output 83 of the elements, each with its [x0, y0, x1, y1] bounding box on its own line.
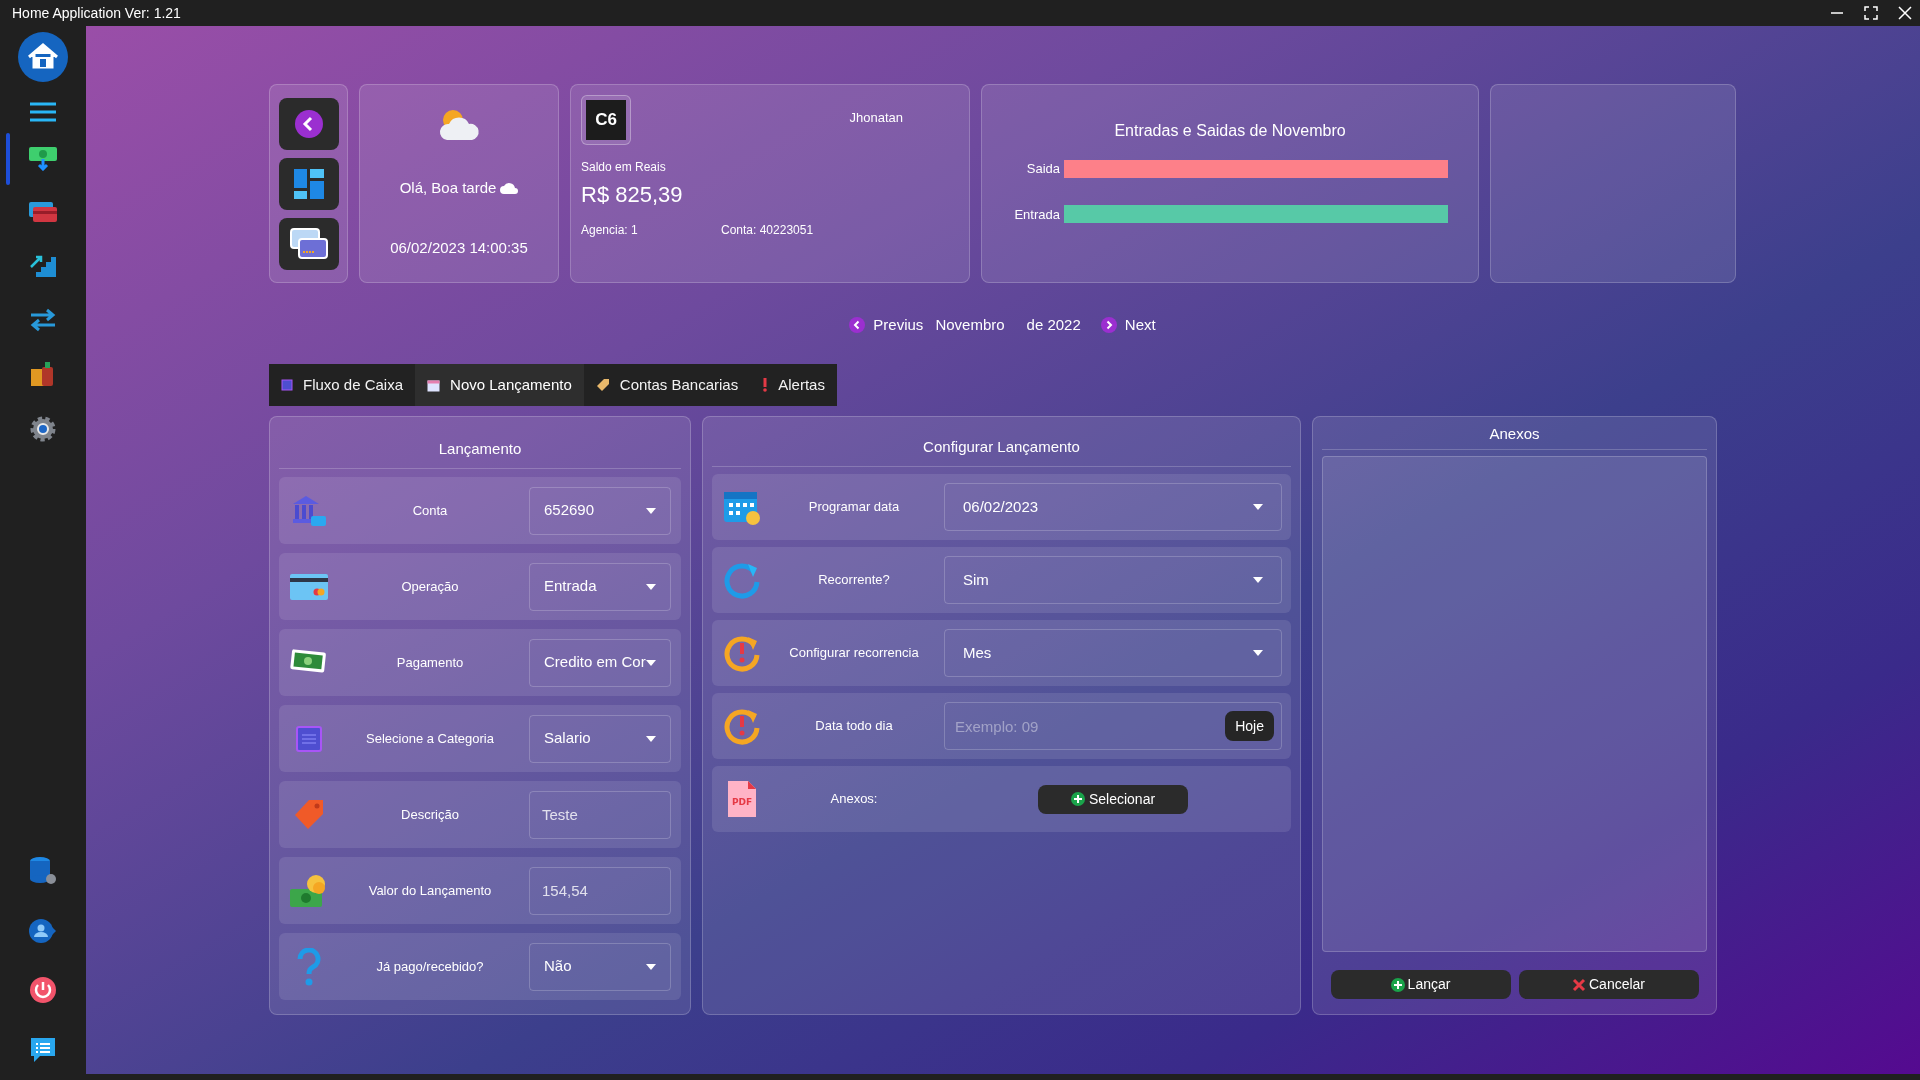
field-label: Valor do Lançamento — [367, 881, 493, 900]
growth-chart-icon[interactable] — [28, 253, 58, 279]
cloud-icon — [500, 181, 519, 195]
maximize-icon[interactable] — [1864, 6, 1878, 20]
window-title: Home Application Ver: 1.21 — [12, 3, 181, 23]
dropdown[interactable]: Credito em Cor — [529, 638, 671, 687]
panel-title: Lançamento — [438, 438, 522, 459]
greeting-text: Olá, Boa tarde — [399, 178, 497, 198]
submit-button[interactable]: Lançar — [1330, 970, 1511, 999]
back-icon — [294, 109, 323, 138]
money-download-icon[interactable] — [28, 145, 58, 171]
chart-title: Entradas e Saidas de Novembro — [1114, 121, 1346, 141]
chat-icon[interactable] — [29, 1036, 57, 1064]
dropdown[interactable]: Salario — [529, 714, 671, 763]
calendar-icon — [427, 378, 441, 392]
settings-icon[interactable] — [29, 415, 57, 443]
field-label: Conta — [411, 501, 449, 520]
dropdown[interactable]: Entrada — [529, 562, 671, 611]
dropdown[interactable]: Não — [529, 942, 671, 991]
home-icon[interactable] — [17, 31, 69, 83]
cards-button[interactable] — [278, 217, 339, 270]
panel-title: Anexos — [1489, 423, 1540, 444]
dashboard-icon — [292, 167, 325, 200]
plus-icon — [1070, 792, 1085, 806]
tab[interactable]: Novo Lançamento — [415, 364, 584, 406]
menu-icon[interactable] — [29, 101, 57, 123]
database-settings-icon[interactable] — [28, 856, 58, 886]
exclamation-icon — [762, 378, 769, 392]
dropdown[interactable]: Sim — [944, 556, 1282, 604]
bar-label: Saida — [1025, 160, 1060, 178]
frame-icon — [281, 379, 293, 391]
back-button[interactable] — [278, 97, 339, 150]
field-label: Operação — [400, 577, 460, 596]
chevron-right-icon — [1100, 317, 1117, 333]
account-number: Conta: 40223051 — [721, 222, 814, 239]
bank-logo: C6 — [581, 95, 631, 145]
balance-amount: R$ 825,39 — [581, 181, 684, 209]
dropdown[interactable]: 06/02/2023 — [944, 483, 1282, 531]
date-time: 06/02/2023 14:00:35 — [390, 237, 528, 258]
caret-icon — [1253, 650, 1263, 656]
field-label: Recorrente? — [817, 571, 891, 590]
agency-number: Agencia: 1 — [581, 222, 639, 239]
cancel-button[interactable]: Cancelar — [1518, 970, 1699, 999]
partly-cloudy-icon — [437, 107, 481, 143]
balance-label: Saldo em Reais — [581, 159, 667, 176]
field-label: Já pago/recebido? — [375, 957, 485, 976]
swap-arrows-icon[interactable] — [28, 307, 58, 333]
bar-label: Entrada — [1013, 205, 1060, 224]
field-label: Descrição — [400, 805, 460, 824]
caret-icon — [646, 659, 656, 666]
power-icon[interactable] — [29, 976, 57, 1004]
user-icon[interactable] — [29, 918, 57, 944]
next-button[interactable]: Next — [1100, 313, 1156, 337]
account-owner: Jhonatan — [849, 109, 903, 127]
dropdown[interactable]: Mes — [944, 629, 1282, 677]
caret-icon — [1253, 504, 1263, 510]
tag-icon — [595, 378, 610, 392]
dropdown[interactable]: 652690 — [529, 486, 671, 535]
previous-button[interactable]: Previus — [849, 313, 924, 337]
cards-icon[interactable] — [28, 199, 58, 225]
month-label: Novembro — [935, 314, 1005, 335]
caret-icon — [646, 963, 656, 970]
field-label: Configurar recorrencia — [788, 644, 920, 663]
field-label: Pagamento — [395, 653, 465, 672]
close-icon[interactable] — [1898, 6, 1912, 20]
caret-icon — [646, 735, 656, 742]
caret-icon — [646, 583, 656, 590]
close-icon — [1572, 977, 1586, 992]
plus-icon — [1390, 977, 1405, 992]
chevron-left-icon — [849, 317, 866, 333]
card-icon — [287, 572, 331, 601]
select-file-button[interactable]: Selecionar — [1038, 784, 1188, 814]
cards-icon — [289, 227, 328, 260]
dashboard-button[interactable] — [278, 157, 339, 210]
today-button[interactable]: Hoje — [1225, 711, 1274, 741]
year-label: de 2022 — [1026, 314, 1081, 335]
panel-title: Configurar Lançamento — [923, 436, 1080, 457]
caret-icon — [1253, 577, 1263, 583]
field-label: Programar data — [807, 498, 901, 517]
caret-icon — [646, 507, 656, 514]
field-label: Data todo dia — [814, 717, 894, 736]
field-label: Anexos: — [829, 790, 879, 809]
field-label: Selecione a Categoria — [365, 729, 495, 748]
